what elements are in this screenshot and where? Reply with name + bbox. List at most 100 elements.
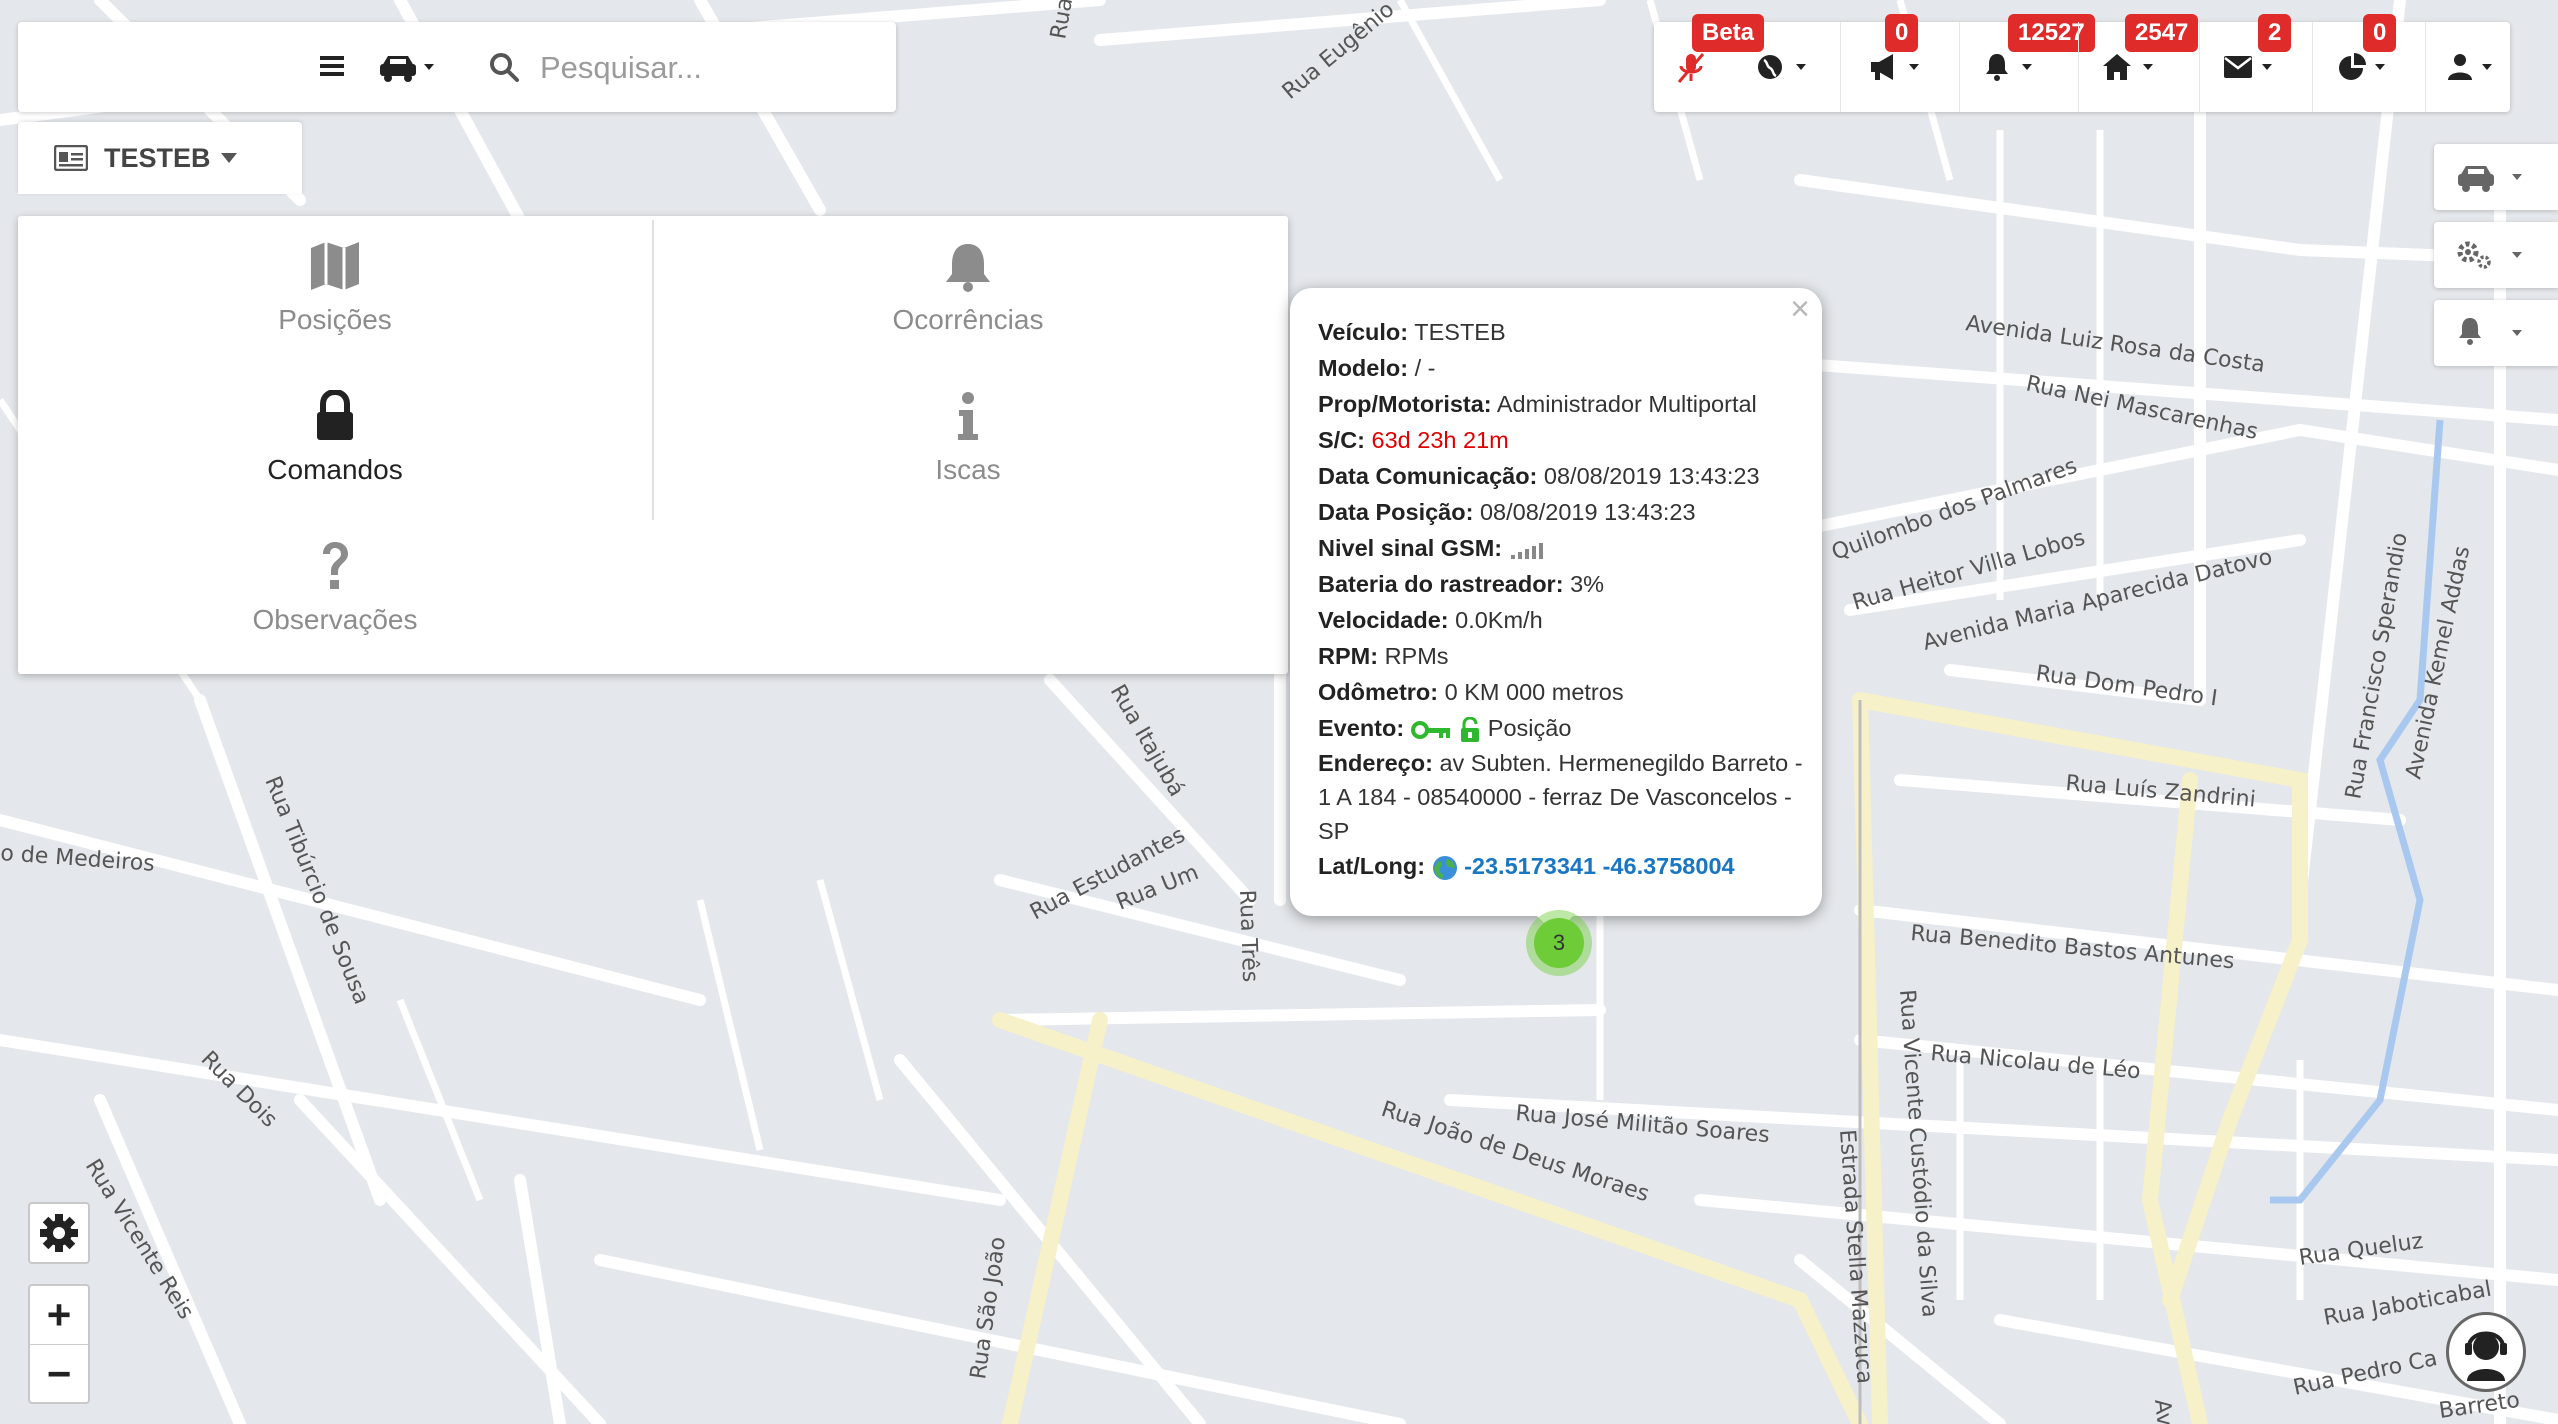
pie-chart-icon: [2339, 53, 2385, 80]
announcements-badge: 0: [1885, 14, 1919, 52]
bell-icon: [946, 244, 990, 292]
envelope-icon: [2224, 56, 2272, 78]
signal-bars-icon: [1510, 542, 1543, 559]
chevron-down-icon: [2512, 252, 2522, 258]
unlock-icon: [1461, 716, 1480, 742]
user-menu-button[interactable]: [2426, 22, 2510, 112]
hamburger-menu-icon[interactable]: [318, 52, 346, 80]
row-data-comunicacao: Data Comunicação: 08/08/2019 13:43:23: [1318, 458, 1806, 494]
field-label: Lat/Long:: [1318, 853, 1426, 879]
row-evento: Evento: Posição: [1318, 710, 1806, 746]
menu-item-iscas[interactable]: Iscas: [668, 390, 1268, 530]
map-canvas[interactable]: Rua Eugênio Rua Avenida Luiz Rosa da Cos…: [0, 0, 2558, 1424]
menu-item-posicoes[interactable]: Posições: [35, 240, 635, 380]
field-value: 0.0Km/h: [1455, 607, 1543, 633]
notifications-side-button[interactable]: [2434, 300, 2558, 366]
menu-item-ocorrencias[interactable]: Ocorrências: [668, 240, 1268, 380]
street-label: Rua Três: [1234, 889, 1262, 982]
chevron-down-icon: [2375, 64, 2385, 70]
beta-badge: Beta: [1692, 14, 1765, 52]
search-input[interactable]: [538, 44, 872, 92]
bell-icon: [2459, 318, 2522, 345]
home-button[interactable]: 2547: [2079, 14, 2199, 112]
globe-icon: [1758, 55, 1806, 79]
menu-item-label: Iscas: [935, 454, 1001, 485]
field-value: Administrador Multiportal: [1496, 391, 1757, 417]
field-label: Odômetro:: [1318, 679, 1439, 705]
announcements-button[interactable]: 0: [1841, 14, 1959, 112]
vehicle-info-popup: × Veículo: TESTEB Modelo: / - Prop/Motor…: [1290, 288, 1822, 934]
reports-button[interactable]: 0: [2313, 14, 2425, 112]
field-label: Velocidade:: [1318, 607, 1449, 633]
chevron-down-icon: [2482, 64, 2492, 70]
field-value: / -: [1414, 355, 1436, 381]
field-label: Bateria do rastreador:: [1318, 571, 1564, 597]
mic-muted-icon[interactable]: [1676, 52, 1706, 84]
menu-item-label: Ocorrências: [892, 304, 1044, 335]
selected-vehicle-tab[interactable]: TESTEB: [18, 122, 302, 194]
settings-side-button[interactable]: [2434, 222, 2558, 288]
row-modelo: Modelo: / -: [1318, 350, 1806, 386]
field-label: Nivel sinal GSM:: [1318, 535, 1503, 561]
user-icon: [2448, 54, 2492, 80]
language-dropdown[interactable]: Beta: [1654, 14, 1840, 112]
vehicles-side-button[interactable]: [2434, 144, 2558, 210]
map-icon: [311, 242, 359, 290]
popup-content: Veículo: TESTEB Modelo: / - Prop/Motoris…: [1318, 314, 1806, 884]
field-label: Data Posição:: [1318, 499, 1474, 525]
search-bar: [18, 22, 896, 112]
row-prop: Prop/Motorista: Administrador Multiporta…: [1318, 386, 1806, 422]
field-value: 3%: [1570, 571, 1605, 597]
info-icon: [958, 392, 978, 440]
chevron-down-icon: [1909, 64, 1919, 70]
gears-icon: [2457, 241, 2522, 269]
cluster-count: 3: [1534, 918, 1584, 968]
zoom-control: + −: [28, 1284, 90, 1404]
row-data-posicao: Data Posição: 08/08/2019 13:43:23: [1318, 494, 1806, 530]
home-icon: [2103, 54, 2153, 80]
row-endereco: Endereço: av Subten. Hermenegildo Barret…: [1318, 746, 1806, 848]
chevron-down-icon: [220, 153, 237, 163]
vehicle-name: TESTEB: [104, 142, 211, 173]
search-icon: [490, 53, 519, 82]
menu-item-observacoes[interactable]: Observações: [35, 540, 635, 680]
vehicle-cluster-marker[interactable]: 3: [1526, 910, 1592, 976]
key-icon: [1410, 720, 1450, 739]
support-chat-button[interactable]: [2446, 1312, 2526, 1392]
zoom-in-button[interactable]: +: [30, 1286, 88, 1344]
field-label: Endereço:: [1318, 750, 1433, 776]
menu-item-label: Comandos: [267, 454, 403, 485]
vehicle-type-dropdown[interactable]: [378, 50, 444, 84]
field-label: S/C:: [1318, 427, 1365, 453]
field-label: Evento:: [1318, 715, 1405, 741]
row-sc: S/C: 63d 23h 21m: [1318, 422, 1806, 458]
chevron-down-icon: [424, 64, 434, 70]
field-value: 08/08/2019 13:43:23: [1543, 463, 1760, 489]
alerts-button[interactable]: 12527: [1960, 14, 2095, 112]
headset-agent-icon: [2465, 1331, 2507, 1381]
vehicle-options-panel: Posições Ocorrências Comandos Iscas Obse…: [18, 216, 1288, 674]
bell-icon: [1986, 54, 2032, 81]
question-icon: [323, 542, 348, 589]
field-label: RPM:: [1318, 643, 1379, 669]
row-rpm: RPM: RPMs: [1318, 638, 1806, 674]
row-bateria: Bateria do rastreador: 3%: [1318, 566, 1806, 602]
menu-item-label: Observações: [252, 604, 418, 635]
map-settings-button[interactable]: [28, 1202, 90, 1264]
home-badge: 2547: [2125, 14, 2199, 52]
coordinates-link[interactable]: -23.5173341 -46.3758004: [1464, 853, 1735, 879]
row-velocidade: Velocidade: 0.0Km/h: [1318, 602, 1806, 638]
chevron-down-icon: [1796, 64, 1806, 70]
messages-button[interactable]: 2: [2200, 14, 2312, 112]
menu-item-comandos[interactable]: Comandos: [35, 390, 635, 530]
field-value: 0 KM 000 metros: [1444, 679, 1624, 705]
field-label: Data Comunicação:: [1318, 463, 1538, 489]
field-value: 08/08/2019 13:43:23: [1479, 499, 1696, 525]
field-label: Veículo:: [1318, 319, 1409, 345]
field-value: TESTEB: [1414, 319, 1506, 345]
id-card-icon: [54, 145, 88, 171]
messages-badge: 2: [2258, 14, 2292, 52]
zoom-out-button[interactable]: −: [30, 1345, 88, 1403]
chevron-down-icon: [2512, 174, 2522, 180]
chevron-down-icon: [2262, 64, 2272, 70]
